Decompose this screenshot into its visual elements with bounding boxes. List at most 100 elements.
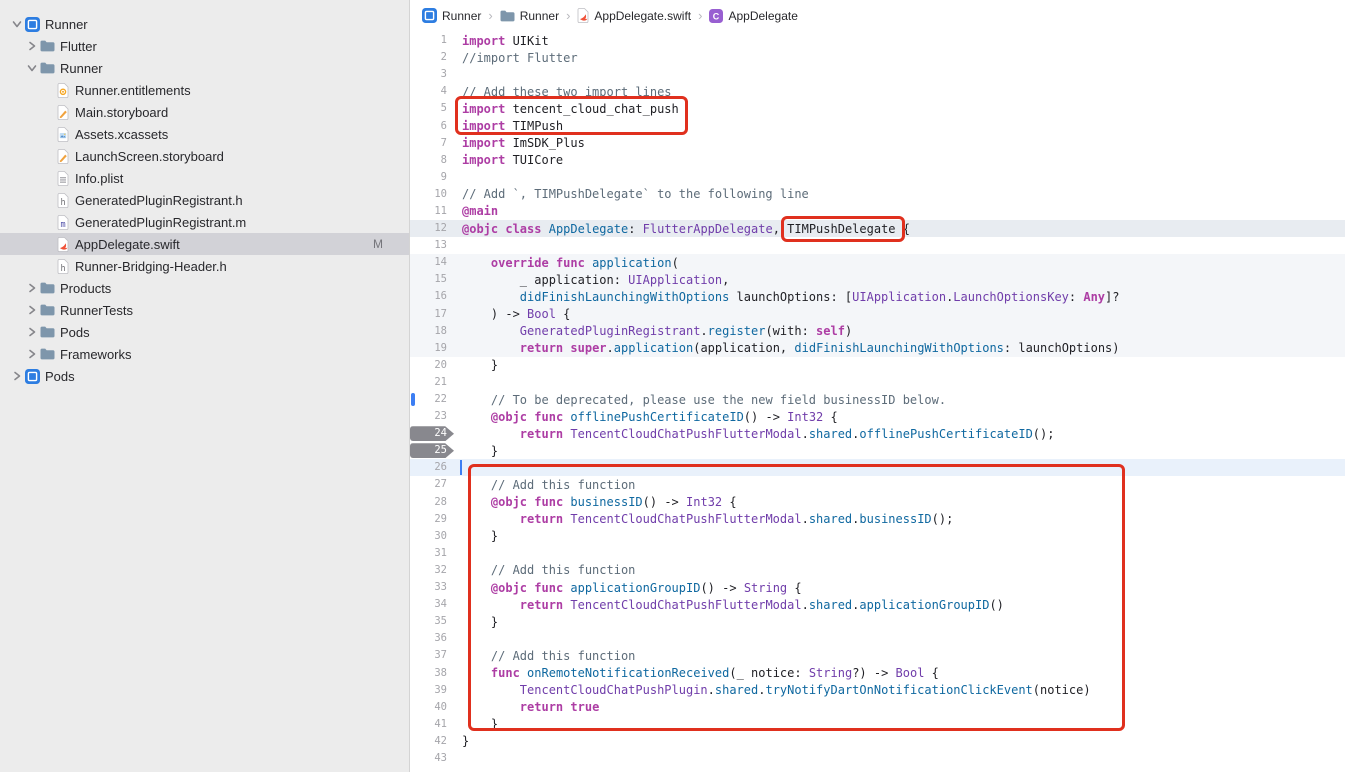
line-number[interactable]: 43 [410,751,454,766]
line-number[interactable]: 5 [410,101,454,116]
code-line-14[interactable]: 14 override func application( [410,254,1345,271]
code-line-5[interactable]: 5import tencent_cloud_chat_push [410,100,1345,117]
code-line-43[interactable]: 43 [410,750,1345,767]
code-line-16[interactable]: 16 didFinishLaunchingWithOptions launchO… [410,288,1345,305]
sidebar-item-assets-xcassets[interactable]: Assets.xcassets [0,123,409,145]
code-line-15[interactable]: 15 _ application: UIApplication, [410,271,1345,288]
disclosure-chevron-icon[interactable] [10,18,23,30]
code-line-12[interactable]: 12@objc class AppDelegate: FlutterAppDel… [410,220,1345,237]
code-line-29[interactable]: 29 return TencentCloudChatPushFlutterMod… [410,511,1345,528]
code-line-37[interactable]: 37 // Add this function [410,647,1345,664]
sidebar-item-runner-entitlements[interactable]: Runner.entitlements [0,79,409,101]
code-line-36[interactable]: 36 [410,630,1345,647]
sidebar-item-generatedpluginregistrant-m[interactable]: mGeneratedPluginRegistrant.m [0,211,409,233]
breakpoint-line-number[interactable]: 24 [410,426,454,441]
sidebar-item-pods[interactable]: Pods [0,365,409,387]
line-number[interactable]: 11 [410,204,454,219]
line-number[interactable]: 27 [410,477,454,492]
line-number[interactable]: 2 [410,50,454,65]
line-number[interactable]: 20 [410,358,454,373]
disclosure-chevron-icon[interactable] [25,348,38,360]
code-line-30[interactable]: 30 } [410,528,1345,545]
sidebar-item-info-plist[interactable]: Info.plist [0,167,409,189]
breadcrumb-item-runner[interactable]: Runner [422,8,481,23]
code-line-19[interactable]: 19 return super.application(application,… [410,340,1345,357]
line-number[interactable]: 29 [410,512,454,527]
disclosure-chevron-icon[interactable] [10,370,23,382]
line-number[interactable]: 12 [410,221,454,236]
code-line-4[interactable]: 4// Add these two import lines [410,83,1345,100]
line-number[interactable]: 22 [410,392,454,407]
breadcrumb-item-appdelegate-swift[interactable]: AppDelegate.swift [577,8,691,23]
line-number[interactable]: 16 [410,289,454,304]
code-line-11[interactable]: 11@main [410,203,1345,220]
sidebar-item-appdelegate-swift[interactable]: AppDelegate.swiftM [0,233,409,255]
code-line-35[interactable]: 35 } [410,613,1345,630]
line-number[interactable]: 40 [410,700,454,715]
line-number[interactable]: 13 [410,238,454,253]
line-number[interactable]: 10 [410,187,454,202]
line-number[interactable]: 35 [410,614,454,629]
line-number[interactable]: 23 [410,409,454,424]
line-number[interactable]: 42 [410,734,454,749]
disclosure-chevron-icon[interactable] [25,62,38,74]
sidebar-item-pods[interactable]: Pods [0,321,409,343]
disclosure-chevron-icon[interactable] [25,326,38,338]
code-area[interactable]: 1import UIKit2//import Flutter34// Add t… [410,31,1345,767]
line-number[interactable]: 8 [410,153,454,168]
line-number[interactable]: 14 [410,255,454,270]
line-number[interactable]: 37 [410,648,454,663]
line-number[interactable]: 41 [410,717,454,732]
code-line-33[interactable]: 33 @objc func applicationGroupID() -> St… [410,579,1345,596]
sidebar-item-runner[interactable]: Runner [0,57,409,79]
line-number[interactable]: 1 [410,33,454,48]
code-line-21[interactable]: 21 [410,374,1345,391]
code-line-8[interactable]: 8import TUICore [410,152,1345,169]
line-number[interactable]: 33 [410,580,454,595]
sidebar-item-products[interactable]: Products [0,277,409,299]
breadcrumb-item-runner[interactable]: Runner [500,9,559,23]
sidebar-item-frameworks[interactable]: Frameworks [0,343,409,365]
line-number[interactable]: 4 [410,84,454,99]
code-line-9[interactable]: 9 [410,169,1345,186]
line-number[interactable]: 3 [410,67,454,82]
code-line-27[interactable]: 27 // Add this function [410,476,1345,493]
code-line-22[interactable]: 22 // To be deprecated, please use the n… [410,391,1345,408]
line-number[interactable]: 6 [410,119,454,134]
line-number[interactable]: 32 [410,563,454,578]
line-number[interactable]: 28 [410,495,454,510]
code-line-7[interactable]: 7import ImSDK_Plus [410,135,1345,152]
line-number[interactable]: 38 [410,666,454,681]
line-number[interactable]: 30 [410,529,454,544]
code-line-39[interactable]: 39 TencentCloudChatPushPlugin.shared.try… [410,682,1345,699]
line-number[interactable]: 36 [410,631,454,646]
sidebar-item-runner[interactable]: Runner [0,13,409,35]
code-line-18[interactable]: 18 GeneratedPluginRegistrant.register(wi… [410,323,1345,340]
code-line-13[interactable]: 13 [410,237,1345,254]
line-number[interactable]: 19 [410,341,454,356]
code-line-40[interactable]: 40 return true [410,699,1345,716]
sidebar-item-generatedpluginregistrant-h[interactable]: hGeneratedPluginRegistrant.h [0,189,409,211]
breakpoint-line-number[interactable]: 25 [410,443,454,458]
line-number[interactable]: 26 [410,460,454,475]
line-number[interactable]: 7 [410,136,454,151]
sidebar-item-runner-bridging-header-h[interactable]: hRunner-Bridging-Header.h [0,255,409,277]
code-line-1[interactable]: 1import UIKit [410,32,1345,49]
code-line-23[interactable]: 23 @objc func offlinePushCertificateID()… [410,408,1345,425]
disclosure-chevron-icon[interactable] [25,304,38,316]
code-line-38[interactable]: 38 func onRemoteNotificationReceived(_ n… [410,664,1345,681]
code-line-24[interactable]: 24 return TencentCloudChatPushFlutterMod… [410,425,1345,442]
line-number[interactable]: 21 [410,375,454,390]
sidebar-item-main-storyboard[interactable]: Main.storyboard [0,101,409,123]
disclosure-chevron-icon[interactable] [25,40,38,52]
code-line-42[interactable]: 42} [410,733,1345,750]
code-line-20[interactable]: 20 } [410,357,1345,374]
code-line-25[interactable]: 25 } [410,442,1345,459]
sidebar-item-launchscreen-storyboard[interactable]: LaunchScreen.storyboard [0,145,409,167]
code-line-2[interactable]: 2//import Flutter [410,49,1345,66]
code-line-17[interactable]: 17 ) -> Bool { [410,306,1345,323]
line-number[interactable]: 39 [410,683,454,698]
code-line-41[interactable]: 41 } [410,716,1345,733]
code-line-31[interactable]: 31 [410,545,1345,562]
disclosure-chevron-icon[interactable] [25,282,38,294]
